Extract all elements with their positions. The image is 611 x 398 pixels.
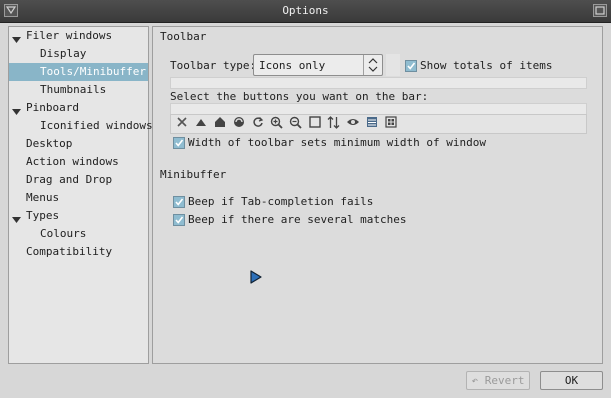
up-icon[interactable] bbox=[192, 116, 209, 133]
tree-item-label: Colours bbox=[40, 227, 87, 240]
select-icon[interactable] bbox=[382, 116, 399, 133]
toolbar-preview-strip bbox=[170, 77, 587, 89]
tree-item-colours[interactable]: Colours bbox=[9, 225, 148, 243]
width-sets-min-checkbox[interactable] bbox=[173, 137, 185, 149]
width-sets-min-label: Width of toolbar sets minimum width of w… bbox=[188, 136, 487, 149]
ok-label: OK bbox=[564, 374, 579, 387]
options-panel: Toolbar Toolbar type: Icons only Show to… bbox=[152, 26, 603, 364]
refresh-icon[interactable] bbox=[249, 116, 266, 133]
tree-item-tools-minibuffer[interactable]: Tools/Minibuffer bbox=[9, 63, 148, 81]
combo-arrows-icon[interactable] bbox=[363, 55, 382, 75]
tree-item-label: Filer windows bbox=[26, 29, 113, 42]
toolbar-section-title: Toolbar bbox=[160, 30, 207, 43]
ok-button[interactable]: OK bbox=[540, 371, 603, 390]
toolbar-type-label: Toolbar type: bbox=[170, 59, 257, 72]
tree-item-label: Iconified windows bbox=[40, 119, 153, 132]
tree-item-label: Tools/Minibuffer bbox=[40, 65, 146, 78]
revert-label: Revert bbox=[484, 374, 525, 387]
tree-item-filer-windows[interactable]: Filer windows bbox=[9, 27, 148, 45]
tree-item-types[interactable]: Types bbox=[9, 207, 148, 225]
combo-spacer bbox=[386, 54, 400, 76]
mouse-pointer-icon bbox=[249, 269, 263, 288]
window-titlebar[interactable]: Options bbox=[0, 0, 611, 23]
tree-item-action-windows[interactable]: Action windows bbox=[9, 153, 148, 171]
beep-several-label: Beep if there are several matches bbox=[188, 213, 407, 226]
toolbar-type-value: Icons only bbox=[259, 59, 326, 72]
toolbar-buttons-row bbox=[170, 114, 587, 134]
home-icon[interactable] bbox=[211, 116, 228, 133]
tree-item-label: Compatibility bbox=[26, 245, 113, 258]
beep-tab-label: Beep if Tab-completion fails bbox=[188, 195, 374, 208]
show-totals-checkbox[interactable] bbox=[405, 60, 417, 72]
zoom-in-icon[interactable] bbox=[268, 116, 285, 133]
tree-item-pinboard[interactable]: Pinboard bbox=[9, 99, 148, 117]
bookmarks-icon[interactable] bbox=[230, 116, 247, 133]
revert-icon: ↶ bbox=[471, 374, 479, 387]
maximize-icon[interactable] bbox=[593, 4, 607, 17]
tree-item-desktop[interactable]: Desktop bbox=[9, 135, 148, 153]
tree-item-label: Display bbox=[40, 47, 87, 60]
window-title: Options bbox=[282, 4, 329, 17]
beep-several-checkbox[interactable] bbox=[173, 214, 185, 226]
minibuffer-section-title: Minibuffer bbox=[160, 168, 227, 181]
tree-item-thumbnails[interactable]: Thumbnails bbox=[9, 81, 148, 99]
toolbar-type-select[interactable]: Icons only bbox=[253, 54, 383, 76]
tree-item-menus[interactable]: Menus bbox=[9, 189, 148, 207]
tree-item-label: Pinboard bbox=[26, 101, 79, 114]
tree-item-display[interactable]: Display bbox=[9, 45, 148, 63]
tree-item-iconified-windows[interactable]: Iconified windows bbox=[9, 117, 153, 135]
tree-item-drag-and-drop[interactable]: Drag and Drop bbox=[9, 171, 148, 189]
tree-item-label: Menus bbox=[26, 191, 60, 204]
revert-button[interactable]: ↶ Revert bbox=[466, 371, 530, 390]
select-buttons-label: Select the buttons you want on the bar: bbox=[170, 90, 429, 103]
details-icon[interactable] bbox=[363, 116, 380, 133]
zoom-out-icon[interactable] bbox=[287, 116, 304, 133]
show-hidden-icon[interactable] bbox=[344, 116, 361, 133]
show-totals-label: Show totals of items bbox=[420, 59, 553, 72]
tree-item-label: Types bbox=[26, 209, 60, 222]
sort-icon[interactable] bbox=[325, 116, 342, 133]
tree-item-label: Desktop bbox=[26, 137, 73, 150]
options-tree[interactable]: Filer windows Display Tools/Minibuffer T… bbox=[8, 26, 153, 364]
beep-tab-checkbox[interactable] bbox=[173, 196, 185, 208]
fit-icon[interactable] bbox=[306, 116, 323, 133]
tree-item-label: Drag and Drop bbox=[26, 173, 113, 186]
close-icon[interactable] bbox=[173, 116, 190, 133]
tree-item-label: Thumbnails bbox=[40, 83, 107, 96]
tree-item-label: Action windows bbox=[26, 155, 119, 168]
tree-item-compatibility[interactable]: Compatibility bbox=[9, 243, 148, 261]
